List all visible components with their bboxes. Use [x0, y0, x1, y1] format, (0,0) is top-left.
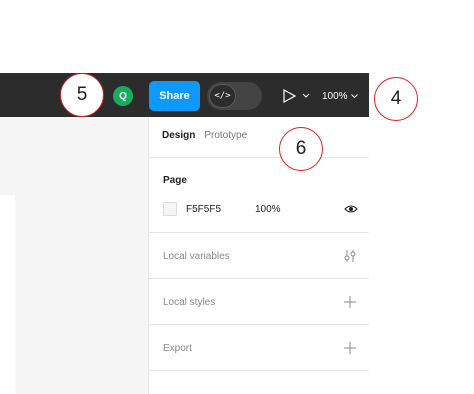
tab-prototype[interactable]: Prototype	[204, 130, 247, 141]
eye-icon[interactable]	[344, 204, 358, 214]
page-fill-swatch[interactable]	[163, 202, 177, 216]
local-variables-label: Local variables	[163, 251, 230, 262]
variables-icon[interactable]	[343, 249, 357, 263]
code-icon: </>	[209, 84, 236, 108]
divider	[148, 278, 369, 279]
canvas[interactable]	[0, 117, 148, 394]
local-styles-label: Local styles	[163, 297, 216, 308]
plus-icon[interactable]	[343, 341, 357, 355]
user-avatar[interactable]: Q	[113, 86, 133, 106]
divider	[148, 232, 369, 233]
zoom-menu[interactable]: 100%	[322, 89, 358, 103]
chevron-down-icon	[350, 93, 358, 98]
callout-marker: 4	[374, 77, 418, 121]
play-icon	[283, 88, 297, 104]
callout-number: 4	[390, 88, 402, 109]
plus-icon[interactable]	[343, 295, 357, 309]
chevron-down-icon	[302, 93, 310, 98]
canvas-frame[interactable]	[0, 195, 15, 394]
panel-tabs: Design Prototype	[162, 130, 247, 141]
tab-design[interactable]: Design	[162, 130, 195, 141]
page-section-title: Page	[163, 175, 187, 186]
divider	[148, 157, 369, 158]
present-button[interactable]	[282, 88, 312, 104]
zoom-level: 100%	[322, 90, 348, 102]
dev-mode-glyph: </>	[214, 91, 231, 101]
callout-marker: 6	[279, 127, 323, 171]
page-fill-hex[interactable]: F5F5F5	[186, 204, 221, 215]
callout-marker: 5	[60, 73, 104, 117]
page-fill-opacity[interactable]: 100%	[255, 204, 281, 215]
callout-number: 5	[76, 84, 88, 105]
export-label: Export	[163, 343, 192, 354]
divider	[148, 324, 369, 325]
share-button-label: Share	[159, 90, 190, 102]
callout-number: 6	[295, 138, 307, 159]
divider	[148, 370, 369, 371]
avatar-initial: Q	[119, 90, 127, 102]
share-button[interactable]: Share	[149, 81, 200, 111]
dev-mode-toggle[interactable]: </>	[207, 82, 262, 110]
